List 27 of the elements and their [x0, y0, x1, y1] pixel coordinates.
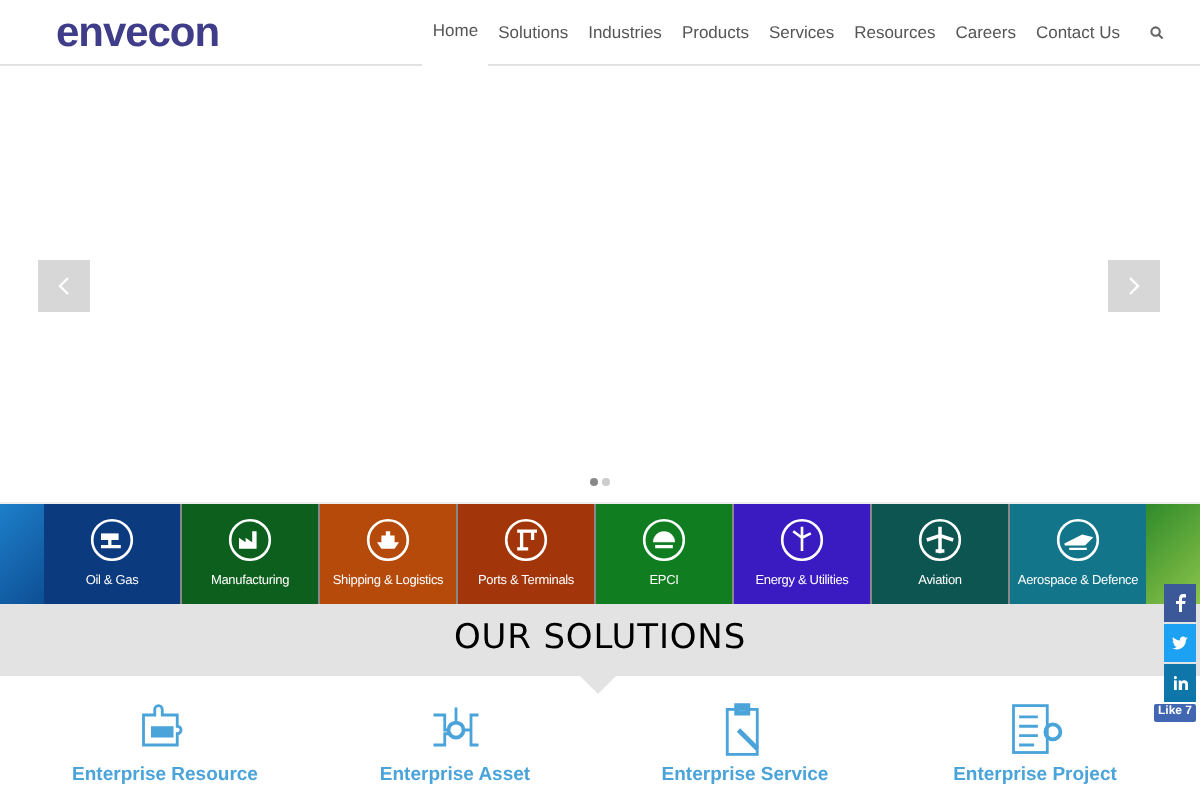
industry-icon — [918, 518, 962, 562]
chevron-right-icon — [1128, 276, 1140, 296]
industry-icon — [366, 518, 410, 562]
industry-icon — [1056, 518, 1100, 562]
nav-link[interactable]: Industries — [578, 0, 672, 64]
linkedin-button[interactable] — [1164, 664, 1196, 702]
linkedin-icon — [1173, 676, 1187, 690]
facebook-icon — [1175, 594, 1185, 612]
twitter-button[interactable] — [1164, 624, 1196, 662]
industry-icon — [504, 518, 548, 562]
nav-link[interactable]: Contact Us — [1025, 0, 1130, 64]
chevron-left-icon — [58, 276, 70, 296]
nav-link[interactable]: Resources — [844, 0, 946, 64]
nav-link[interactable]: Services — [758, 0, 845, 64]
industry-icon — [642, 518, 686, 562]
decorative-panel — [0, 504, 44, 604]
nav-link[interactable]: Solutions — [488, 0, 579, 64]
nav-link[interactable]: Products — [671, 0, 759, 64]
nav-link[interactable]: Careers — [945, 0, 1026, 64]
twitter-icon — [1172, 636, 1188, 650]
industry-icon — [90, 518, 134, 562]
industry-icon — [780, 518, 824, 562]
section-heading: OUR SOLUTIONS — [453, 616, 747, 663]
industry-icon — [228, 518, 272, 562]
facebook-button[interactable] — [1164, 584, 1196, 622]
logo[interactable]: envecon — [56, 11, 220, 53]
search-icon[interactable] — [1150, 25, 1164, 39]
